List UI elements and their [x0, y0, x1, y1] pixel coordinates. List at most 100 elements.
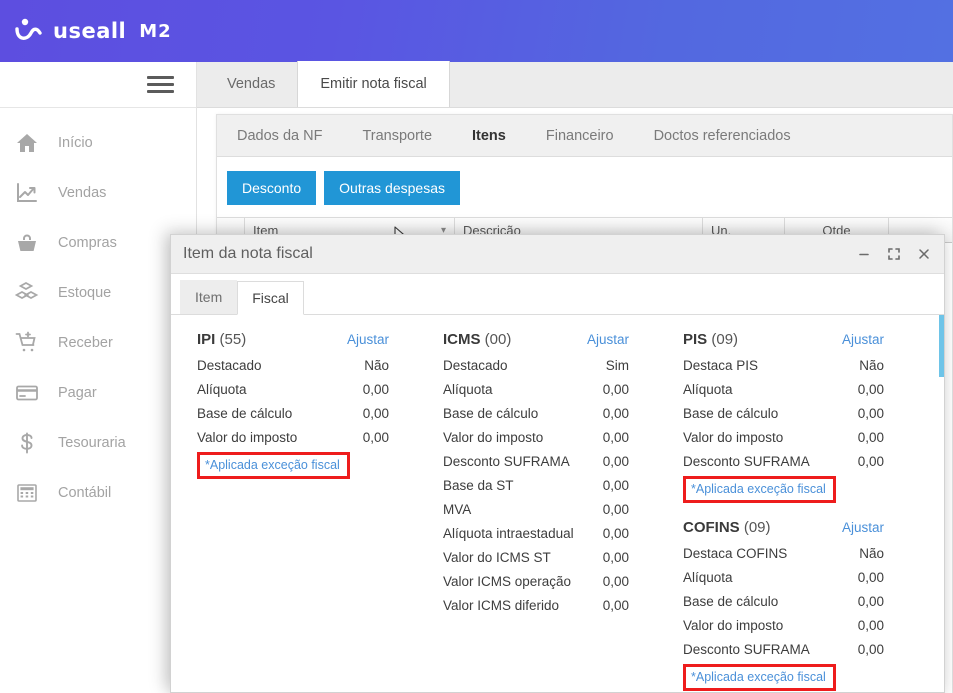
dialog-tabs: Item Fiscal — [171, 274, 944, 315]
row-label: Alíquota intraestadual — [443, 525, 574, 541]
subtab-transporte[interactable]: Transporte — [342, 115, 452, 157]
ipi-ajustar-link[interactable]: Ajustar — [347, 332, 389, 347]
nf-action-buttons: Desconto Outras despesas — [217, 157, 952, 217]
dialog-tab-item[interactable]: Item — [180, 280, 238, 314]
ipi-name: IPI — [197, 331, 216, 348]
icms-row-valor-do-imposto: Valor do imposto 0,00 — [443, 425, 651, 449]
dialog-body: IPI (55) Ajustar Destacado Não Alíquota … — [171, 315, 944, 693]
subtab-dados-da-nf[interactable]: Dados da NF — [217, 115, 342, 157]
ipi-code: (55) — [219, 331, 247, 348]
row-label: Alíquota — [683, 381, 733, 397]
sidebar: Início Vendas Compras Estoque Receber Pa… — [0, 62, 197, 693]
icms-row-aliquota-intraestadual: Alíquota intraestadual 0,00 — [443, 521, 651, 545]
pis-ajustar-link[interactable]: Ajustar — [842, 332, 884, 347]
chart-line-up-icon — [14, 180, 40, 206]
row-value: 0,00 — [857, 641, 884, 657]
cofins-group-header: COFINS (09) Ajustar — [683, 519, 906, 536]
dialog-titlebar: Item da nota fiscal — [171, 235, 944, 274]
row-label: Valor do imposto — [683, 617, 784, 633]
sidebar-item-tesouraria[interactable]: Tesouraria — [0, 418, 196, 468]
pis-code: (09) — [711, 331, 739, 348]
row-value: Não — [859, 545, 884, 561]
icms-ajustar-link[interactable]: Ajustar — [587, 332, 629, 347]
row-label: Alíquota — [197, 381, 247, 397]
sidebar-item-inicio[interactable]: Início — [0, 118, 196, 168]
home-icon — [14, 130, 40, 156]
sidebar-item-vendas[interactable]: Vendas — [0, 168, 196, 218]
sidebar-item-receber[interactable]: Receber — [0, 318, 196, 368]
ipi-row-valor-do-imposto: Valor do imposto 0,00 — [197, 425, 411, 449]
cofins-row-valor-do-imposto: Valor do imposto 0,00 — [683, 613, 906, 637]
sidebar-item-label: Vendas — [58, 185, 107, 201]
dialog-scrollbar[interactable] — [939, 315, 944, 377]
cofins-ajustar-link[interactable]: Ajustar — [842, 520, 884, 535]
sidebar-item-contabil[interactable]: Contábil — [0, 468, 196, 518]
sidebar-item-label: Contábil — [58, 485, 112, 501]
row-label: Base de cálculo — [683, 405, 779, 421]
ipi-exception-wrap: *Aplicada exceção fiscal — [197, 452, 411, 479]
brand-header-bar: useall M2 — [0, 0, 953, 62]
row-value: 0,00 — [362, 405, 389, 421]
ipi-title: IPI (55) — [197, 331, 246, 348]
workspace-tabbar: Vendas Emitir nota fiscal — [197, 61, 953, 108]
calculator-icon — [14, 480, 40, 506]
subtab-financeiro[interactable]: Financeiro — [526, 115, 634, 157]
sidebar-item-label: Compras — [58, 235, 117, 251]
sidebar-item-estoque[interactable]: Estoque — [0, 268, 196, 318]
row-label: Destacado — [443, 357, 508, 373]
outras-despesas-button[interactable]: Outras despesas — [324, 171, 460, 205]
close-icon[interactable] — [916, 246, 932, 262]
item-da-nota-fiscal-dialog: Item da nota fiscal Item Fiscal IPI (55)… — [170, 234, 945, 693]
cofins-row-desconto-suframa: Desconto SUFRAMA 0,00 — [683, 637, 906, 661]
cofins-code: (09) — [743, 519, 771, 536]
row-label: Base de cálculo — [197, 405, 293, 421]
row-label: Valor do imposto — [443, 429, 544, 445]
tab-emitir-nota-fiscal[interactable]: Emitir nota fiscal — [297, 61, 450, 107]
icms-row-base-de-calculo: Base de cálculo 0,00 — [443, 401, 651, 425]
row-value: 0,00 — [857, 569, 884, 585]
pis-excecao-fiscal-note[interactable]: *Aplicada exceção fiscal — [683, 476, 836, 503]
row-value: 0,00 — [857, 593, 884, 609]
icms-row-mva: MVA 0,00 — [443, 497, 651, 521]
row-value: 0,00 — [602, 597, 629, 613]
sidebar-item-pagar[interactable]: Pagar — [0, 368, 196, 418]
row-label: Valor do ICMS ST — [443, 549, 551, 565]
pis-group-header: PIS (09) Ajustar — [683, 331, 906, 348]
row-value: 0,00 — [602, 453, 629, 469]
row-label: Destaca PIS — [683, 357, 759, 373]
row-value: 0,00 — [602, 381, 629, 397]
pis-row-destaca-pis: Destaca PIS Não — [683, 353, 906, 377]
ipi-row-destacado: Destacado Não — [197, 353, 411, 377]
brand-suffix: M2 — [139, 20, 172, 42]
dialog-window-controls — [856, 246, 932, 262]
row-value: Não — [364, 357, 389, 373]
useall-wave-logo-icon — [14, 16, 44, 46]
pis-title: PIS (09) — [683, 331, 738, 348]
pis-row-aliquota: Alíquota 0,00 — [683, 377, 906, 401]
cofins-row-base-de-calculo: Base de cálculo 0,00 — [683, 589, 906, 613]
row-label: Desconto SUFRAMA — [443, 453, 570, 469]
tab-vendas[interactable]: Vendas — [205, 61, 297, 107]
subtab-doctos-referenciados[interactable]: Doctos referenciados — [634, 115, 811, 157]
cofins-name: COFINS — [683, 519, 740, 536]
row-label: Destacado — [197, 357, 262, 373]
icms-row-desconto-suframa: Desconto SUFRAMA 0,00 — [443, 449, 651, 473]
sidebar-item-label: Receber — [58, 335, 113, 351]
brand-name: useall — [53, 19, 127, 43]
row-label: Base da ST — [443, 477, 514, 493]
sidebar-item-compras[interactable]: Compras — [0, 218, 196, 268]
row-value: 0,00 — [602, 525, 629, 541]
dialog-tab-fiscal[interactable]: Fiscal — [237, 281, 304, 315]
cofins-row-aliquota: Alíquota 0,00 — [683, 565, 906, 589]
hamburger-menu-icon[interactable] — [147, 76, 174, 93]
maximize-icon[interactable] — [886, 246, 902, 262]
desconto-button[interactable]: Desconto — [227, 171, 317, 205]
subtab-itens[interactable]: Itens — [452, 115, 526, 157]
credit-card-icon — [14, 380, 40, 406]
boxes-stack-icon — [14, 280, 40, 306]
ipi-excecao-fiscal-note[interactable]: *Aplicada exceção fiscal — [197, 452, 350, 479]
minimize-icon[interactable] — [856, 246, 872, 262]
pis-row-valor-do-imposto: Valor do imposto 0,00 — [683, 425, 906, 449]
cofins-excecao-fiscal-note[interactable]: *Aplicada exceção fiscal — [683, 664, 836, 691]
icms-row-aliquota: Alíquota 0,00 — [443, 377, 651, 401]
